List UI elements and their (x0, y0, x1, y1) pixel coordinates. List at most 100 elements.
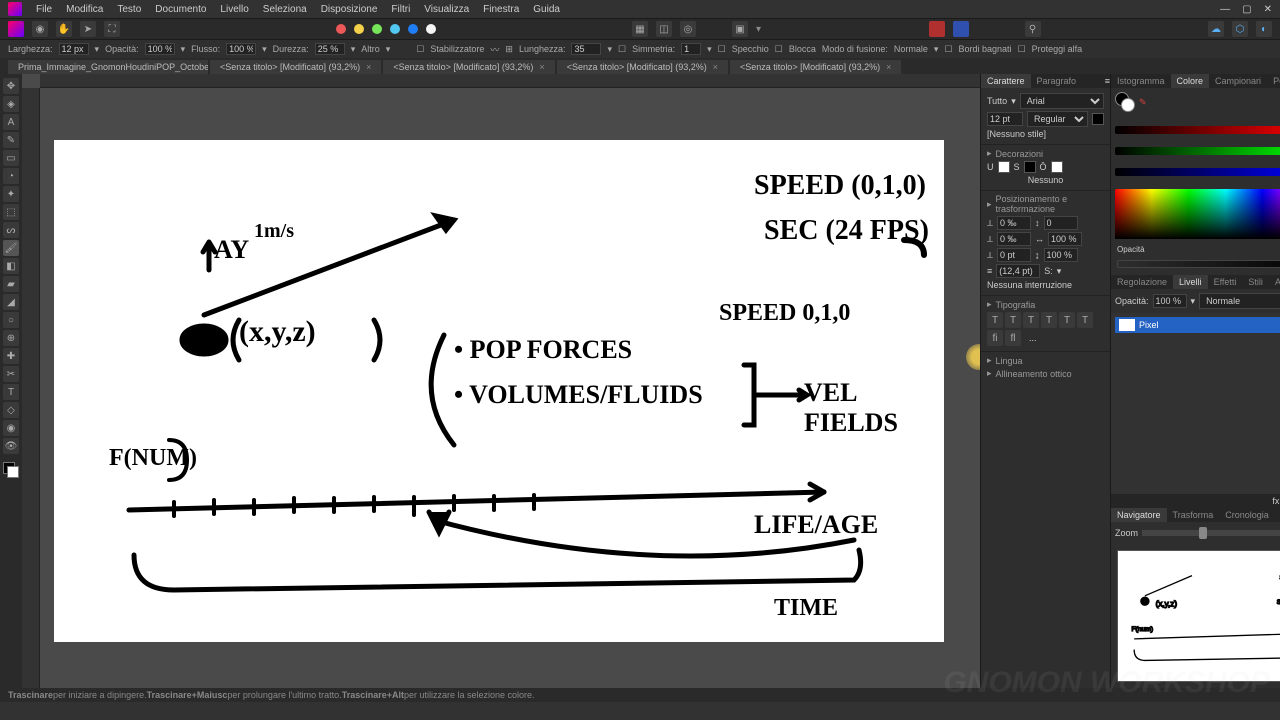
typo-btn[interactable]: T (1023, 312, 1039, 328)
lock-label[interactable]: Blocca (789, 44, 816, 54)
swatch-red[interactable] (336, 24, 346, 34)
zoom-slider[interactable] (1142, 530, 1280, 536)
overline-icon[interactable]: Ō (1040, 162, 1047, 172)
menu-document[interactable]: Documento (155, 4, 206, 15)
view-tool-icon[interactable]: 👁 (3, 438, 19, 454)
assistant-icon[interactable]: ⚲ (1025, 21, 1041, 37)
font-weight-select[interactable]: Regular (1027, 111, 1088, 127)
paint-brush-icon[interactable]: 🖌 (3, 240, 19, 256)
pen-tool-icon[interactable]: ✎ (3, 132, 19, 148)
art-text-tool-icon[interactable]: A (3, 114, 19, 130)
cloud-icon[interactable]: ☁ (1208, 21, 1224, 37)
marquee-tool-icon[interactable]: ⬚ (3, 204, 19, 220)
snap-icon[interactable]: ▣ (732, 21, 748, 37)
tab-color[interactable]: Colore (1171, 74, 1210, 88)
layer-fx-icon[interactable]: fx (1272, 496, 1279, 506)
flood-select-icon[interactable]: ✦ (3, 186, 19, 202)
strike-icon[interactable]: S (1014, 162, 1020, 172)
minimize-icon[interactable]: — (1220, 4, 1230, 15)
g-slider[interactable] (1115, 147, 1280, 155)
hardness-input[interactable] (315, 43, 345, 55)
close-tab-icon[interactable]: × (366, 62, 371, 72)
lasso-tool-icon[interactable]: ᔕ (3, 222, 19, 238)
navigator-preview[interactable]: (x,y,z) SPEED(0,1,0) SEC(24FPS) SPEED 0,… (1117, 550, 1280, 682)
typo-btn[interactable]: fl (1005, 330, 1021, 346)
typography-header[interactable]: Tipografia (996, 300, 1036, 310)
close-tab-icon[interactable]: × (713, 62, 718, 72)
layer-blend-select[interactable]: Normale (1199, 293, 1280, 309)
swatch-cyan[interactable] (390, 24, 400, 34)
rectangle-tool-icon[interactable]: ▭ (3, 150, 19, 166)
document-canvas[interactable]: SPEED (0,1,0) SEC (24 FPS) SPEED 0,1,0 A… (54, 140, 944, 642)
target-icon[interactable]: ◎ (680, 21, 696, 37)
clone-tool-icon[interactable]: ⊕ (3, 330, 19, 346)
eraser-tool-icon[interactable]: ◧ (3, 258, 19, 274)
decorations-header[interactable]: Decorazioni (996, 149, 1044, 159)
menu-file[interactable]: File (36, 4, 52, 15)
menu-text[interactable]: Testo (117, 4, 141, 15)
close-icon[interactable]: ✕ (1264, 4, 1272, 15)
eyedropper-icon[interactable]: ◉ (32, 21, 48, 37)
tab-brushes[interactable]: Pennelli (1267, 74, 1280, 88)
tab-layers[interactable]: Livelli (1173, 275, 1208, 289)
quickmask-icon[interactable]: ▦ (632, 21, 648, 37)
gradient-tool-icon[interactable]: ◢ (3, 294, 19, 310)
doc-tab[interactable]: <Senza titolo> [Modificato] (93,2%)× (383, 60, 554, 74)
stab-rope-icon[interactable]: 〰 (490, 43, 499, 56)
pos-header[interactable]: Posizionamento e trasformazione (996, 194, 1104, 214)
pos-field[interactable] (1044, 248, 1078, 262)
stabilizer-label[interactable]: Stabilizzatore (430, 44, 484, 54)
r-slider[interactable] (1115, 126, 1280, 134)
mirror-label[interactable]: Specchio (732, 44, 769, 54)
menu-arrange[interactable]: Disposizione (321, 4, 378, 15)
tab-stock[interactable]: Archivio (1269, 275, 1280, 289)
symmetry-input[interactable] (681, 43, 701, 55)
dodge-tool-icon[interactable]: ○ (3, 312, 19, 328)
layer-opacity-input[interactable] (1153, 294, 1187, 308)
pos-field[interactable] (1048, 232, 1082, 246)
flow-input[interactable] (226, 43, 256, 55)
color-picker-icon[interactable]: ◉ (3, 420, 19, 436)
grid-red-icon[interactable] (929, 21, 945, 37)
selection-brush-icon[interactable]: ◔ (3, 168, 19, 184)
grid-blue-icon[interactable] (953, 21, 969, 37)
help-icon[interactable]: ◐ (1256, 21, 1272, 37)
deco-swatch[interactable] (1051, 161, 1063, 173)
selection-icon[interactable]: ◫ (656, 21, 672, 37)
menu-help[interactable]: Guida (533, 4, 560, 15)
typo-btn[interactable]: T (987, 312, 1003, 328)
heal-tool-icon[interactable]: ✚ (3, 348, 19, 364)
width-input[interactable] (59, 43, 89, 55)
tab-navigator[interactable]: Navigatore (1111, 508, 1167, 522)
b-slider[interactable] (1115, 168, 1280, 176)
font-size-input[interactable] (987, 112, 1023, 126)
wet-edges-label[interactable]: Bordi bagnati (959, 44, 1012, 54)
optalign-header[interactable]: Allineamento ottico (996, 369, 1072, 379)
color-swatches[interactable] (3, 462, 19, 478)
typo-btn[interactable]: T (1005, 312, 1021, 328)
doc-tab[interactable]: Prima_Immagine_GnomonHoudiniPOP_October_… (8, 60, 208, 74)
menu-edit[interactable]: Modifica (66, 4, 103, 15)
doc-tab[interactable]: <Senza titolo> [Modificato] (93,2%)× (210, 60, 381, 74)
account-icon[interactable]: ⬡ (1232, 21, 1248, 37)
opacity-slider[interactable] (1117, 260, 1280, 268)
tab-transform[interactable]: Trasforma (1167, 508, 1220, 522)
shape-tool-icon[interactable]: ◇ (3, 402, 19, 418)
close-tab-icon[interactable]: × (886, 62, 891, 72)
opacity-input[interactable] (145, 43, 175, 55)
stab-window-icon[interactable]: ⊞ (505, 44, 513, 55)
font-family-select[interactable]: Arial (1020, 93, 1104, 109)
crop-icon[interactable]: ⛶ (104, 21, 120, 37)
menu-window[interactable]: Finestra (483, 4, 519, 15)
menu-select[interactable]: Seleziona (263, 4, 307, 15)
protect-alpha-label[interactable]: Proteggi alfa (1032, 44, 1083, 54)
color-spectrum[interactable] (1115, 189, 1280, 239)
tab-histogram[interactable]: Istogramma (1111, 74, 1171, 88)
add-color-icon[interactable]: ✎ (1139, 97, 1147, 108)
pos-field[interactable] (997, 216, 1031, 230)
tab-adjust[interactable]: Regolazione (1111, 275, 1173, 289)
tab-effects[interactable]: Effetti (1208, 275, 1243, 289)
swatch-blue[interactable] (408, 24, 418, 34)
canvas-viewport[interactable]: SPEED (0,1,0) SEC (24 FPS) SPEED 0,1,0 A… (22, 74, 980, 688)
swatch-white[interactable] (426, 24, 436, 34)
